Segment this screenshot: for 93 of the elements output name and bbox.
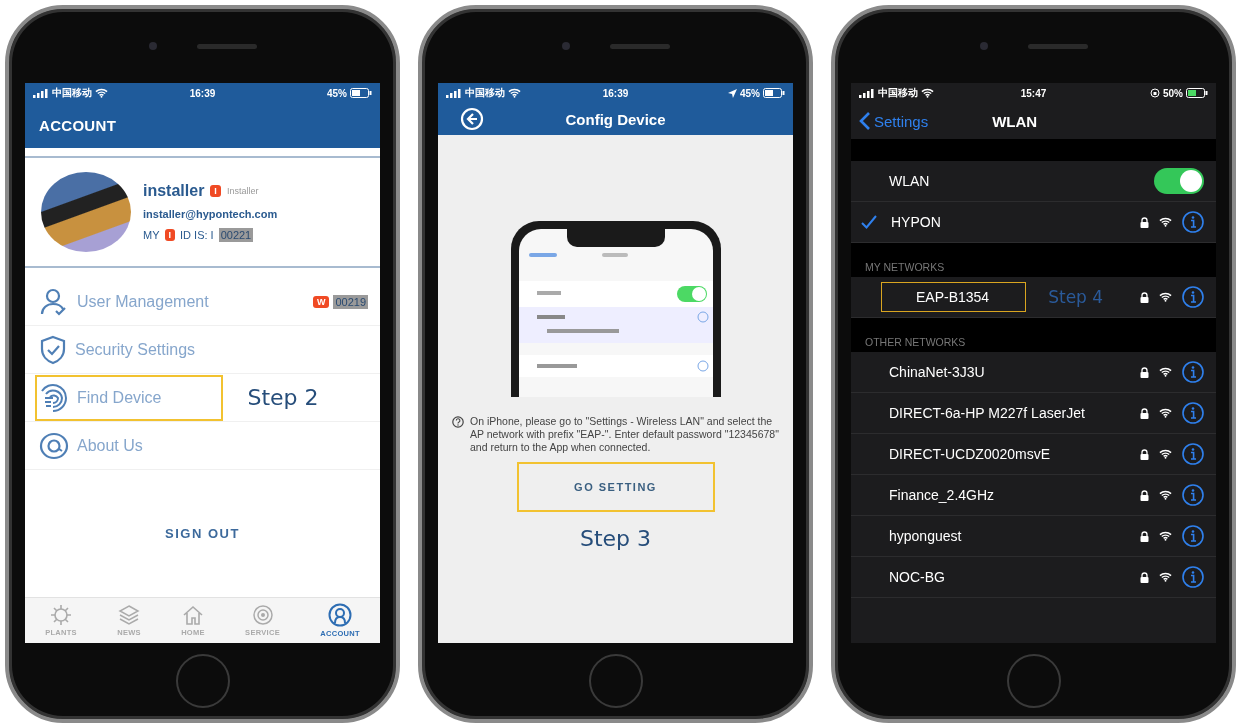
id-label: ID IS: I (180, 229, 214, 241)
layers-icon (118, 604, 141, 626)
network-name[interactable]: hyponguest (889, 528, 1140, 544)
screen-title: Config Device (564, 110, 667, 128)
lock-icon (1140, 291, 1149, 303)
wifi-signal-icon (1159, 217, 1172, 227)
role-badge: I (210, 185, 221, 197)
user-name: installer (143, 182, 205, 200)
status-time: 16:39 (189, 87, 216, 99)
speaker-grille (1027, 43, 1088, 49)
network-name[interactable]: Finance_2.4GHz (889, 487, 1140, 503)
wifi-icon (508, 88, 521, 98)
info-icon[interactable] (1182, 484, 1204, 506)
highlighted-network-name[interactable]: EAP-B1354 (881, 282, 1027, 312)
info-icon[interactable] (1182, 211, 1204, 233)
network-name[interactable]: DIRECT-6a-HP M227f LaserJet (889, 405, 1140, 421)
info-icon[interactable] (1182, 525, 1204, 547)
location-arrow-icon (728, 88, 737, 98)
wifi-signal-icon (1159, 572, 1172, 582)
lock-icon (1140, 489, 1149, 501)
wifi-signal-icon (1159, 531, 1172, 541)
wifi-signal-icon (1159, 408, 1172, 418)
step-label: Step 4 (1048, 287, 1104, 307)
wifi-signal-icon (1159, 367, 1172, 377)
section-header: MY NETWORKS (864, 260, 946, 275)
sign-out-button[interactable]: SIGN OUT (157, 522, 248, 545)
wifi-icon (95, 88, 108, 98)
lock-icon (1140, 407, 1149, 419)
battery-icon (1186, 88, 1208, 98)
battery-percentage: 45% (327, 87, 347, 99)
screen-title: WLAN (992, 112, 1038, 130)
target-icon (251, 604, 274, 626)
back-button[interactable]: Settings (859, 111, 929, 131)
carrier-label: 中国移动 (52, 86, 92, 100)
orientation-lock-icon (1149, 88, 1160, 98)
carrier-label: 中国移动 (878, 86, 918, 100)
network-name[interactable]: HYPON (891, 214, 1140, 230)
lock-icon (1140, 448, 1149, 460)
battery-percentage: 45% (740, 87, 760, 99)
wifi-signal-icon (1159, 490, 1172, 500)
battery-icon (763, 88, 785, 98)
camera-icon (561, 42, 570, 50)
at-sign-icon (39, 430, 69, 461)
chevron-left-icon (859, 111, 871, 131)
lock-icon (1140, 571, 1149, 583)
user-email: installer@hypontech.com (143, 208, 278, 220)
setting-label: WLAN (889, 173, 931, 189)
info-icon[interactable] (1182, 286, 1204, 308)
go-setting-button[interactable]: GO SETTING (516, 462, 715, 513)
badge: W (312, 295, 330, 308)
user-icon (39, 286, 69, 317)
person-circle-icon (328, 603, 353, 627)
house-icon (182, 604, 204, 626)
info-icon[interactable] (1182, 443, 1204, 465)
wifi-icon (921, 88, 934, 98)
gear-icon (50, 604, 73, 626)
speaker-grille (609, 43, 670, 49)
lock-icon (1140, 366, 1149, 378)
network-name[interactable]: DIRECT-UCDZ0020msvE (889, 446, 1140, 462)
step-label: Step 2 (247, 385, 319, 410)
camera-icon (148, 42, 157, 50)
network-name[interactable]: NOC-BG (889, 569, 1140, 585)
network-name[interactable]: ChinaNet-3J3U (889, 364, 1140, 380)
id-prefix: MY (143, 229, 160, 241)
signal-icon (33, 88, 49, 98)
info-icon[interactable] (1182, 361, 1204, 383)
status-time: 16:39 (602, 87, 629, 99)
wifi-signal-icon (1159, 449, 1172, 459)
info-icon[interactable] (1182, 402, 1204, 424)
section-header: OTHER NETWORKS (864, 335, 967, 350)
screen-title: ACCOUNT (39, 117, 117, 134)
wlan-toggle[interactable] (1154, 168, 1204, 194)
step-label: Step 3 (579, 526, 652, 552)
signal-icon (859, 88, 875, 98)
id-value: 00221 (218, 228, 254, 242)
menu-item-value: 00219 (333, 294, 368, 309)
id-badge: I (164, 229, 175, 241)
battery-icon (350, 88, 372, 98)
role-label: Installer (226, 186, 259, 196)
info-icon[interactable] (1182, 566, 1204, 588)
carrier-label: 中国移动 (465, 86, 505, 100)
signal-icon (446, 88, 462, 98)
help-text: On iPhone, please go to "Settings - Wireless LAN" and select the AP network with prefix "EAP-". Enter default password "12345678" and return to the App when connected. (470, 415, 779, 455)
lock-icon (1140, 530, 1149, 542)
battery-percentage: 50% (1162, 87, 1183, 99)
shield-check-icon (39, 334, 67, 365)
question-circle-icon (452, 416, 464, 428)
camera-icon (979, 42, 988, 50)
wifi-signal-icon (1159, 292, 1172, 302)
fingerprint-icon (39, 382, 69, 413)
status-time: 15:47 (1020, 87, 1047, 99)
speaker-grille (196, 43, 257, 49)
lock-icon (1140, 216, 1149, 228)
